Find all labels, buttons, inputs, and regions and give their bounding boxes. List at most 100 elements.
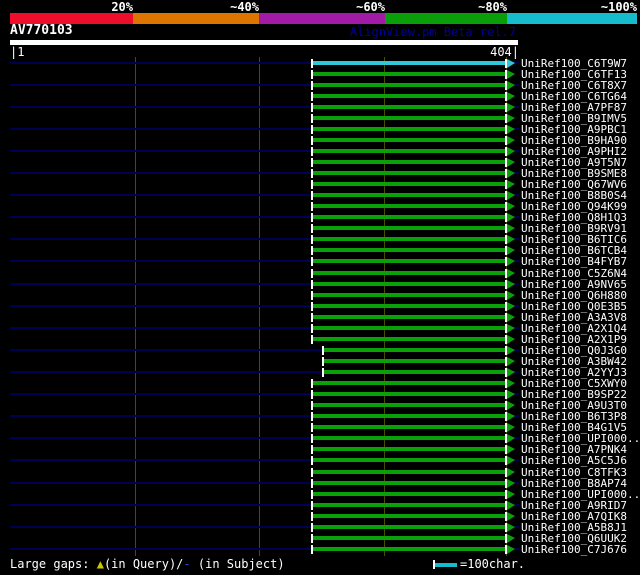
alignment-bar[interactable]: [313, 536, 505, 540]
alignment-bar[interactable]: [313, 447, 505, 451]
alignment-bar[interactable]: [313, 547, 505, 551]
alignment-bar[interactable]: [313, 149, 505, 153]
arrow-right-icon: [507, 357, 515, 366]
arrow-right-icon: [507, 545, 515, 554]
arrow-right-icon: [507, 59, 515, 68]
arrow-right-icon: [507, 191, 515, 200]
arrow-right-icon: [507, 412, 515, 421]
alignment-bar[interactable]: [324, 348, 505, 352]
alignment-bar[interactable]: [313, 215, 505, 219]
arrow-right-icon: [507, 335, 515, 344]
arrow-right-icon: [507, 246, 515, 255]
alignment-bar[interactable]: [313, 193, 505, 197]
alignment-bar[interactable]: [313, 293, 505, 297]
arrow-right-icon: [507, 269, 515, 278]
alignment-bar[interactable]: [313, 248, 505, 252]
alignment-bar[interactable]: [313, 337, 505, 341]
alignment-bar[interactable]: [313, 127, 505, 131]
arrow-right-icon: [507, 147, 515, 156]
arrow-right-icon: [507, 468, 515, 477]
arrow-right-icon: [507, 313, 515, 322]
arrow-right-icon: [507, 401, 515, 410]
large-gaps-legend: Large gaps: ▲(in Query)/- (in Subject): [10, 558, 285, 571]
alignment-bar[interactable]: [313, 282, 505, 286]
arrow-right-icon: [507, 534, 515, 543]
alignment-bar[interactable]: [313, 105, 505, 109]
arrow-right-icon: [507, 224, 515, 233]
hit-accession-link[interactable]: UniRef100_A5C5J6: [521, 455, 627, 466]
alignment-bar[interactable]: [313, 436, 505, 440]
alignment-bar[interactable]: [313, 259, 505, 263]
legend-text: (in Subject): [190, 557, 285, 571]
arrow-right-icon: [507, 291, 515, 300]
arrow-right-icon: [507, 202, 515, 211]
legend-text: (in Query)/: [103, 557, 184, 571]
alignment-bar[interactable]: [324, 370, 505, 374]
alignment-bar[interactable]: [313, 503, 505, 507]
alignment-bar[interactable]: [313, 237, 505, 241]
arrow-right-icon: [507, 523, 515, 532]
hit-accession-link[interactable]: UniRef100_C7J676: [521, 544, 627, 555]
alignment-bar[interactable]: [313, 94, 505, 98]
arrow-right-icon: [507, 114, 515, 123]
alignment-bar[interactable]: [313, 72, 505, 76]
alignment-bar[interactable]: [324, 359, 505, 363]
arrow-right-icon: [507, 70, 515, 79]
arrow-right-icon: [507, 368, 515, 377]
alignment-bar[interactable]: [313, 403, 505, 407]
arrow-right-icon: [507, 302, 515, 311]
alignment-bar[interactable]: [313, 116, 505, 120]
alignment-bar[interactable]: [313, 425, 505, 429]
alignment-bar[interactable]: [313, 392, 505, 396]
arrow-right-icon: [507, 512, 515, 521]
alignment-bar[interactable]: [313, 326, 505, 330]
alignment-bar[interactable]: [313, 138, 505, 142]
alignment-bar[interactable]: [313, 171, 505, 175]
alignment-bar[interactable]: [313, 470, 505, 474]
arrow-right-icon: [507, 479, 515, 488]
alignment-row: UniRef100_A5C5J6: [0, 455, 640, 466]
arrow-right-icon: [507, 501, 515, 510]
alignment-plot: UniRef100_C6T9W7 UniRef100_C6TF13 UniRef10…: [0, 0, 640, 575]
alignment-bar[interactable]: [313, 83, 505, 87]
alignment-bar[interactable]: [313, 204, 505, 208]
arrow-right-icon: [507, 235, 515, 244]
arrow-right-icon: [507, 490, 515, 499]
alignment-bar[interactable]: [313, 226, 505, 230]
alignment-row: UniRef100_B4FYB7: [0, 256, 640, 267]
arrow-right-icon: [507, 379, 515, 388]
alignment-bar[interactable]: [313, 381, 505, 385]
arrow-right-icon: [507, 213, 515, 222]
arrow-right-icon: [507, 125, 515, 134]
arrow-right-icon: [507, 456, 515, 465]
alignment-bar[interactable]: [313, 514, 505, 518]
alignment-bar[interactable]: [313, 458, 505, 462]
alignment-bar[interactable]: [313, 481, 505, 485]
arrow-right-icon: [507, 434, 515, 443]
arrow-right-icon: [507, 257, 515, 266]
alignment-bar[interactable]: [313, 304, 505, 308]
alignment-bar[interactable]: [313, 492, 505, 496]
arrow-right-icon: [507, 180, 515, 189]
hit-accession-link[interactable]: UniRef100_B4FYB7: [521, 256, 627, 267]
arrow-right-icon: [507, 92, 515, 101]
alignment-bar[interactable]: [313, 160, 505, 164]
arrow-right-icon: [507, 445, 515, 454]
arrow-right-icon: [507, 169, 515, 178]
alignment-bar[interactable]: [313, 182, 505, 186]
alignment-bar[interactable]: [313, 414, 505, 418]
alignment-bar[interactable]: [313, 315, 505, 319]
arrow-right-icon: [507, 346, 515, 355]
arrow-right-icon: [507, 103, 515, 112]
arrow-right-icon: [507, 158, 515, 167]
alignment-row: UniRef100_C7J676: [0, 544, 640, 555]
legend-scale-bar-icon: [435, 563, 457, 567]
alignment-bar[interactable]: [313, 61, 505, 65]
legend-text: Large gaps:: [10, 557, 97, 571]
alignment-bar[interactable]: [313, 525, 505, 529]
arrow-right-icon: [507, 81, 515, 90]
gap-in-query-triangle-icon: ▲: [96, 557, 104, 571]
arrow-right-icon: [507, 390, 515, 399]
arrow-right-icon: [507, 136, 515, 145]
alignment-bar[interactable]: [313, 271, 505, 275]
